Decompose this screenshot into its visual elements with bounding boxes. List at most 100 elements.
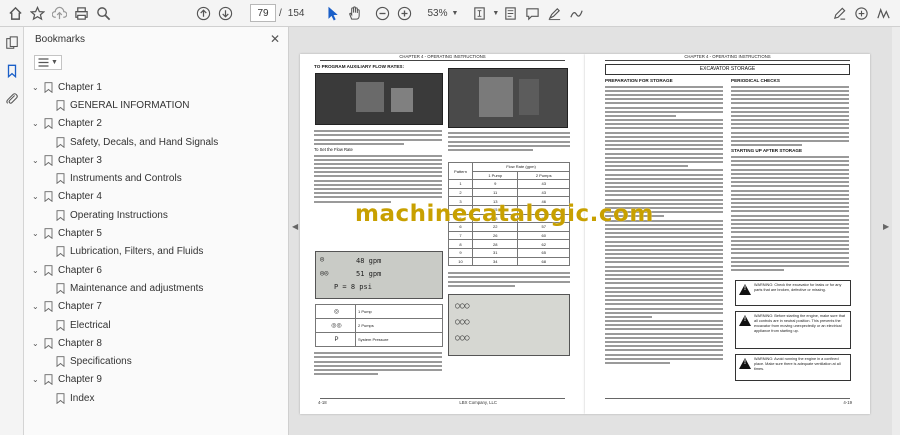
section-title: TO PROGRAM AUXILIARY FLOW RATES:	[314, 64, 405, 69]
document-page-left: CHAPTER 4 - OPERATING INSTRUCTIONS TO PR…	[300, 54, 585, 414]
bookmark-label: Chapter 4	[58, 191, 102, 203]
print-icon[interactable]	[70, 2, 92, 24]
left-icon-rail	[0, 27, 24, 435]
bookmark-icon	[44, 374, 53, 386]
bookmark-icon	[44, 81, 53, 93]
remove-pattern-text	[448, 270, 570, 289]
bookmark-item[interactable]: Lubrication, Filters, and Fluids	[24, 243, 288, 261]
search-icon[interactable]	[92, 2, 114, 24]
fit-dropdown-icon[interactable]: ▼	[492, 10, 499, 17]
bookmark-icon	[56, 136, 65, 148]
page-footer-rule	[605, 398, 850, 399]
bookmark-item[interactable]: Electrical	[24, 316, 288, 334]
bookmark-chapter[interactable]: ⌄ Chapter 7	[24, 298, 288, 316]
page-view-icon[interactable]	[499, 2, 521, 24]
bookmark-chapter[interactable]: ⌄ Chapter 2	[24, 115, 288, 133]
fill-sign-icon[interactable]	[828, 2, 850, 24]
zoom-out-icon[interactable]	[371, 2, 393, 24]
footer-company: LBX Company, LLC	[459, 400, 497, 405]
prev-spread-icon[interactable]: ◀	[292, 222, 298, 231]
chevron-down-icon[interactable]: ⌄	[32, 119, 40, 128]
bookmark-chapter[interactable]: ⌄ Chapter 5	[24, 224, 288, 242]
page-thumbnails-icon[interactable]	[0, 31, 24, 55]
panel-title: Bookmarks	[35, 33, 86, 45]
chevron-down-icon[interactable]: ⌄	[32, 375, 40, 384]
table-cell: 60	[517, 230, 570, 241]
bookmark-chapter[interactable]: ⌄ Chapter 1	[24, 78, 288, 96]
chevron-down-icon[interactable]: ⌄	[32, 192, 40, 201]
chevron-down-icon[interactable]: ⌄	[32, 339, 40, 348]
share-icon[interactable]	[850, 2, 872, 24]
attachment-icon[interactable]	[0, 87, 24, 111]
chevron-down-icon[interactable]: ⌄	[32, 302, 40, 311]
bookmark-item[interactable]: Operating Instructions	[24, 206, 288, 224]
lcd-keypad-icons-1: ○○○	[455, 301, 470, 310]
next-page-icon[interactable]	[214, 2, 236, 24]
bookmark-chapter[interactable]: ⌄ Chapter 4	[24, 188, 288, 206]
lcd-keypad-image: ○○○ ○○○ ○○○	[448, 294, 570, 356]
bookmark-label: Chapter 9	[58, 374, 102, 386]
lcd-pump-icon: ◎	[320, 255, 325, 263]
zoom-dropdown-icon[interactable]: ▼	[451, 10, 458, 17]
bookmark-label: Instruments and Controls	[70, 173, 182, 185]
table-cell: 9	[471, 179, 519, 189]
bookmark-icon	[56, 319, 65, 331]
warning-box-leaks: WARNING: Check the excavator for leaks o…	[735, 280, 851, 306]
bookmark-chapter[interactable]: ⌄ Chapter 6	[24, 261, 288, 279]
star-icon[interactable]	[26, 2, 48, 24]
table-cell: 11	[471, 187, 519, 198]
bookmark-item[interactable]: Index	[24, 389, 288, 407]
bookmark-label: Chapter 6	[58, 264, 102, 276]
bookmark-chapter[interactable]: ⌄ Chapter 3	[24, 151, 288, 169]
table-cell: 28	[471, 239, 519, 249]
bookmark-item[interactable]: GENERAL INFORMATION	[24, 96, 288, 114]
bookmark-label: Safety, Decals, and Hand Signals	[70, 136, 219, 148]
bookmark-chapter[interactable]: ⌄ Chapter 9	[24, 371, 288, 389]
table-cell: 1	[448, 179, 473, 189]
upload-icon[interactable]	[48, 2, 70, 24]
cursor-icon[interactable]	[321, 2, 343, 24]
comment-icon[interactable]	[521, 2, 543, 24]
bookmark-icon	[44, 118, 53, 130]
zoom-level[interactable]: 53%	[427, 8, 447, 19]
page-number: 4-19	[843, 400, 852, 405]
bookmark-icon[interactable]	[0, 59, 24, 83]
home-icon[interactable]	[4, 2, 26, 24]
table-cell: 2	[448, 187, 473, 198]
bookmark-item[interactable]: Instruments and Controls	[24, 169, 288, 187]
lcd-display-image: ◎ ◎◎ 48 gpm 51 gpm P = 8 psi	[315, 251, 443, 299]
page-separator: /	[279, 7, 282, 19]
chevron-down-icon[interactable]: ⌄	[32, 83, 40, 92]
draw-icon[interactable]	[565, 2, 587, 24]
prev-page-icon[interactable]	[192, 2, 214, 24]
table-cell: 7	[448, 230, 473, 241]
bookmark-icon	[56, 100, 65, 111]
hand-icon[interactable]	[343, 2, 365, 24]
table-row: 10 34 68	[448, 256, 570, 267]
close-icon[interactable]: ✕	[270, 32, 280, 46]
bookmark-options-button[interactable]: ▼	[34, 54, 62, 70]
page-number-input[interactable]	[250, 4, 276, 22]
bookmark-item[interactable]: Specifications	[24, 352, 288, 370]
chevron-down-icon[interactable]: ⌄	[32, 229, 40, 238]
page-footer: 4-19	[603, 400, 852, 406]
warning-text: WARNING: Check the excavator for leaks o…	[754, 283, 842, 292]
zoom-in-icon[interactable]	[393, 2, 415, 24]
bookmark-icon	[44, 264, 53, 276]
bookmark-item[interactable]: Maintenance and adjustments	[24, 279, 288, 297]
chevron-down-icon[interactable]: ⌄	[32, 156, 40, 165]
vertical-scrollbar[interactable]	[892, 27, 900, 435]
lcd-keypad-icons-3: ○○○	[455, 333, 470, 342]
symbol-label-cell: 2 Pumps	[355, 318, 443, 333]
bookmark-item[interactable]: Safety, Decals, and Hand Signals	[24, 133, 288, 151]
next-spread-icon[interactable]: ▶	[883, 222, 889, 231]
highlight-icon[interactable]	[543, 2, 565, 24]
sign-icon[interactable]	[872, 2, 894, 24]
bookmark-chapter[interactable]: ⌄ Chapter 8	[24, 334, 288, 352]
bookmark-icon	[56, 173, 65, 185]
fit-page-icon[interactable]	[468, 2, 490, 24]
flow-rate-text: To Set the Flow Rate	[314, 128, 442, 205]
chevron-down-icon[interactable]: ⌄	[32, 266, 40, 275]
bookmark-label: Maintenance and adjustments	[70, 282, 204, 294]
table-cell: 9	[448, 247, 473, 258]
